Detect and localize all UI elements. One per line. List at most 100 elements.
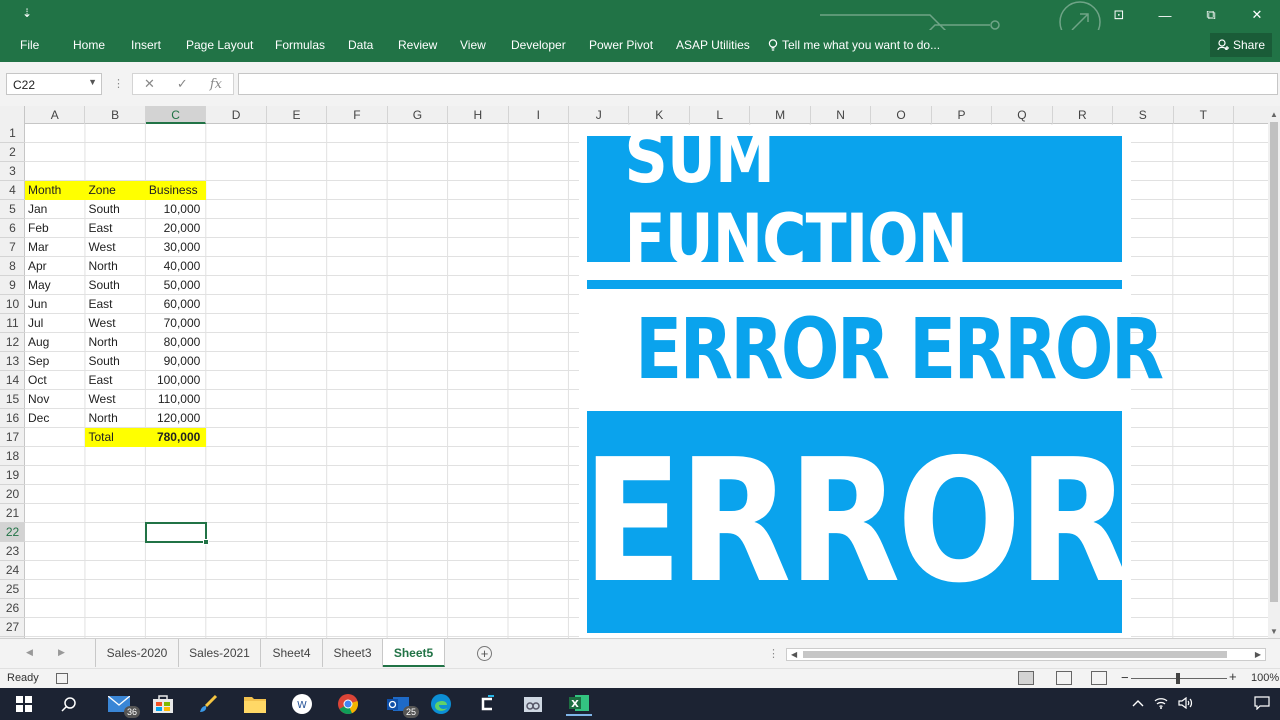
tab-page-layout[interactable]: Page Layout	[186, 38, 253, 52]
table-cell-month[interactable]: Nov	[25, 390, 85, 409]
row-header-21[interactable]: 21	[0, 504, 25, 523]
table-cell-zone[interactable]: South	[85, 276, 145, 295]
normal-view-icon[interactable]	[1018, 671, 1034, 685]
table-cell-month[interactable]: Dec	[25, 409, 85, 428]
sheet-tab-sheet5[interactable]: Sheet5	[383, 639, 445, 667]
taskbar-paint[interactable]	[195, 692, 221, 716]
row-header-19[interactable]: 19	[0, 466, 25, 485]
column-header-i[interactable]: I	[509, 106, 570, 124]
column-header-b[interactable]: B	[85, 106, 146, 124]
table-cell-month[interactable]: Jan	[25, 200, 85, 219]
taskbar-snipping[interactable]	[520, 692, 546, 716]
row-header-20[interactable]: 20	[0, 485, 25, 504]
row-header-22[interactable]: 22	[0, 523, 25, 542]
macro-recording-icon[interactable]	[56, 673, 68, 684]
scroll-sheets-right-icon[interactable]: ▶	[58, 647, 65, 658]
row-header-5[interactable]: 5	[0, 200, 25, 219]
scroll-down-icon[interactable]: ▼	[1270, 627, 1278, 636]
share-button[interactable]: Share	[1210, 33, 1272, 57]
row-header-10[interactable]: 10	[0, 295, 25, 314]
select-all-corner[interactable]	[0, 106, 25, 124]
add-sheet-button[interactable]: +	[477, 646, 492, 661]
row-header-2[interactable]: 2	[0, 143, 25, 162]
ribbon-display-options-icon[interactable]: ⊡	[1096, 0, 1142, 30]
table-cell-zone[interactable]: West	[85, 314, 145, 333]
tab-asap-utilities[interactable]: ASAP Utilities	[676, 38, 750, 52]
tab-view[interactable]: View	[460, 38, 486, 52]
taskbar-excel[interactable]: X	[566, 692, 592, 716]
close-button[interactable]: ✕	[1234, 0, 1280, 30]
header-cell-month[interactable]: Month	[25, 181, 86, 200]
tab-home[interactable]: Home	[73, 38, 105, 52]
taskbar-code-app[interactable]	[474, 692, 500, 716]
column-header-j[interactable]: J	[569, 106, 630, 124]
page-break-view-icon[interactable]	[1091, 671, 1107, 685]
tell-me-search[interactable]: Tell me what you want to do...	[768, 38, 940, 52]
minimize-button[interactable]: —	[1142, 0, 1188, 30]
row-header-24[interactable]: 24	[0, 561, 25, 580]
table-cell-month[interactable]: Feb	[25, 219, 85, 238]
table-cell-month[interactable]: Oct	[25, 371, 85, 390]
tab-file[interactable]: File	[20, 38, 39, 52]
column-header-d[interactable]: D	[206, 106, 267, 124]
column-header-a[interactable]: A	[25, 106, 86, 124]
table-cell-zone[interactable]: East	[85, 295, 145, 314]
table-cell-business[interactable]: 110,000	[146, 390, 206, 409]
notifications-icon[interactable]	[1254, 695, 1270, 713]
row-header-17[interactable]: 17	[0, 428, 25, 447]
taskbar-outlook[interactable]: 25	[385, 692, 419, 718]
taskbar-mail[interactable]: 36	[106, 692, 140, 718]
tab-data[interactable]: Data	[348, 38, 373, 52]
row-header-23[interactable]: 23	[0, 542, 25, 561]
row-header-6[interactable]: 6	[0, 219, 25, 238]
table-cell-month[interactable]: May	[25, 276, 85, 295]
sheet-tab-sales-2020[interactable]: Sales-2020	[95, 639, 179, 667]
table-cell-month[interactable]: Sep	[25, 352, 85, 371]
table-cell-month[interactable]: Apr	[25, 257, 85, 276]
table-cell-business[interactable]: 70,000	[146, 314, 206, 333]
table-cell-business[interactable]: 120,000	[146, 409, 206, 428]
tab-power-pivot[interactable]: Power Pivot	[589, 38, 653, 52]
formula-input[interactable]	[238, 73, 1278, 95]
row-header-11[interactable]: 11	[0, 314, 25, 333]
quick-access-toolbar-icon[interactable]: ⇣	[22, 6, 32, 20]
column-header-c[interactable]: C	[145, 106, 207, 124]
row-header-3[interactable]: 3	[0, 162, 25, 181]
table-cell-zone[interactable]: East	[85, 371, 145, 390]
confirm-entry-icon[interactable]: ✓	[177, 76, 188, 92]
table-cell-zone[interactable]: North	[85, 257, 145, 276]
tab-developer[interactable]: Developer	[511, 38, 566, 52]
fill-handle[interactable]	[203, 539, 210, 545]
row-header-15[interactable]: 15	[0, 390, 25, 409]
network-icon[interactable]	[1154, 697, 1168, 712]
table-cell-business[interactable]: 40,000	[146, 257, 206, 276]
table-cell-month[interactable]: Aug	[25, 333, 85, 352]
tab-insert[interactable]: Insert	[131, 38, 161, 52]
table-cell-zone[interactable]: North	[85, 333, 145, 352]
sheet-tab-sales-2021[interactable]: Sales-2021	[179, 639, 261, 667]
start-button[interactable]	[11, 692, 37, 716]
column-header-g[interactable]: G	[388, 106, 449, 124]
zoom-in-button[interactable]: +	[1229, 669, 1237, 684]
table-cell-zone[interactable]: South	[85, 352, 145, 371]
header-cell-zone[interactable]: Zone	[85, 181, 146, 200]
active-cell-selection[interactable]	[144, 522, 210, 545]
table-cell-zone[interactable]: South	[85, 200, 145, 219]
table-cell-business[interactable]: 50,000	[146, 276, 206, 295]
total-value-cell[interactable]: 780,000	[145, 428, 207, 447]
horizontal-scrollbar[interactable]: ◀ ▶	[786, 648, 1266, 661]
tab-formulas[interactable]: Formulas	[275, 38, 325, 52]
table-cell-business[interactable]: 10,000	[146, 200, 206, 219]
volume-icon[interactable]	[1178, 696, 1194, 712]
column-header-s[interactable]: S	[1113, 106, 1174, 124]
vertical-scroll-thumb[interactable]	[1270, 122, 1278, 602]
row-header-1[interactable]: 1	[0, 124, 25, 143]
table-cell-month[interactable]: Jul	[25, 314, 85, 333]
horizontal-scroll-thumb[interactable]	[803, 651, 1227, 658]
zoom-slider-thumb[interactable]	[1176, 673, 1180, 684]
row-header-25[interactable]: 25	[0, 580, 25, 599]
column-header-e[interactable]: E	[267, 106, 328, 124]
header-cell-business[interactable]: Business	[145, 181, 207, 200]
sheet-tab-sheet4[interactable]: Sheet4	[261, 639, 323, 667]
table-cell-business[interactable]: 30,000	[146, 238, 206, 257]
